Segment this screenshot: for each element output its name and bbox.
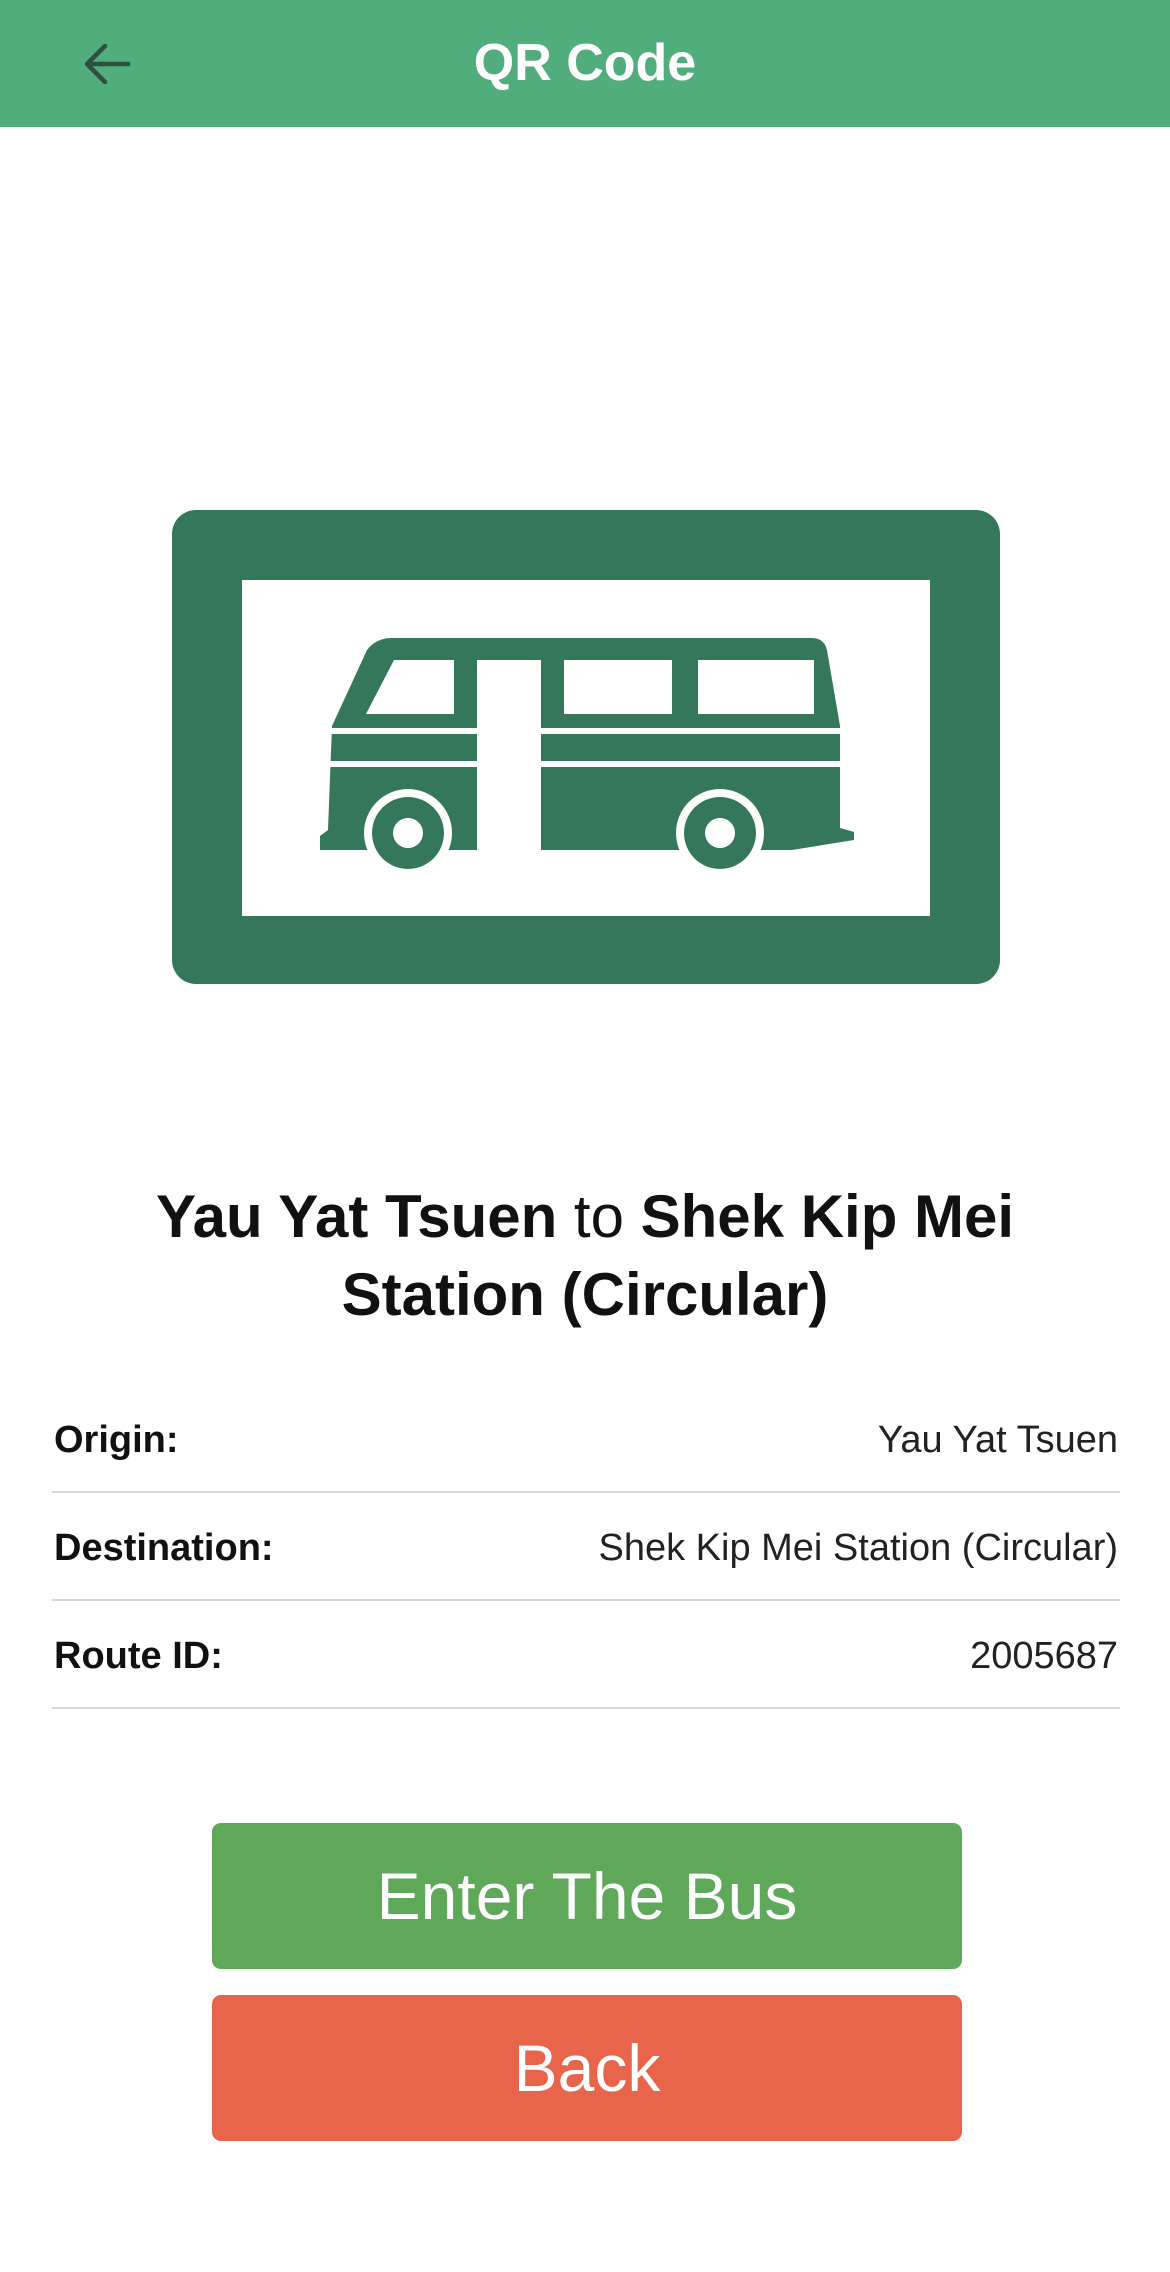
detail-value: Yau Yat Tsuen [877, 1419, 1118, 1461]
detail-label: Origin: [54, 1419, 179, 1461]
detail-value: Shek Kip Mei Station (Circular) [598, 1527, 1118, 1569]
enter-the-bus-button[interactable]: Enter The Bus [212, 1823, 962, 1969]
detail-label: Route ID: [54, 1635, 223, 1677]
route-title: Yau Yat Tsuen to Shek Kip Mei Station (C… [60, 1178, 1110, 1334]
minibus-icon [172, 510, 1000, 984]
detail-row-origin: Origin: Yau Yat Tsuen [52, 1385, 1120, 1493]
detail-value: 2005687 [970, 1635, 1118, 1677]
route-origin: Yau Yat Tsuen [155, 1183, 558, 1250]
route-details: Origin: Yau Yat Tsuen Destination: Shek … [52, 1385, 1120, 1709]
route-connector: to [573, 1183, 624, 1250]
detail-row-route-id: Route ID: 2005687 [52, 1601, 1120, 1709]
page-title: QR Code [473, 34, 697, 92]
detail-row-destination: Destination: Shek Kip Mei Station (Circu… [52, 1493, 1120, 1601]
minibus-sign [172, 510, 1000, 984]
detail-label: Destination: [54, 1527, 274, 1569]
back-button[interactable]: Back [212, 1995, 962, 2141]
qr-code-screen: QR Code Yau Yat Tsuen to Shek Kip Mei St… [0, 0, 1170, 2272]
navigation-bar: QR Code [0, 0, 1170, 127]
